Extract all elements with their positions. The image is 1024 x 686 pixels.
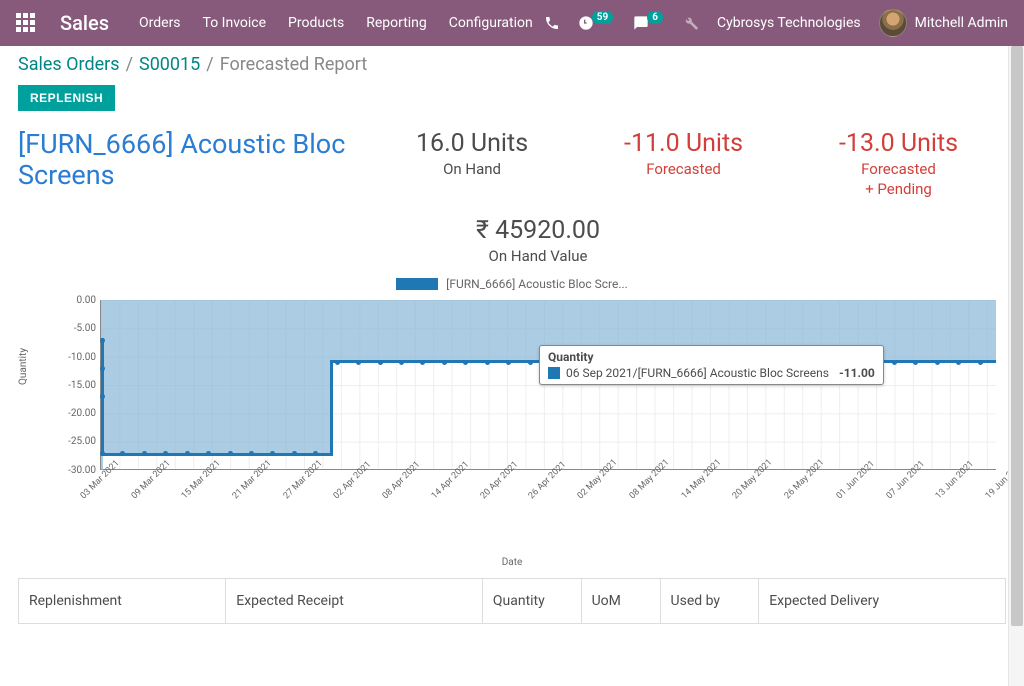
pending-label2: + Pending — [839, 180, 958, 198]
nav-orders[interactable]: Orders — [139, 15, 181, 31]
metric-pending: -13.0 Units Forecasted + Pending — [839, 129, 958, 198]
pending-value: -13.0 Units — [839, 129, 958, 158]
legend-swatch — [396, 278, 438, 290]
th-expected-delivery[interactable]: Expected Delivery — [759, 579, 1006, 624]
th-used-by[interactable]: Used by — [660, 579, 759, 624]
th-replenishment[interactable]: Replenishment — [19, 579, 226, 624]
amount: ₹ 45920.00 — [358, 216, 718, 245]
chart-legend[interactable]: [FURN_6666] Acoustic Bloc Scre... — [18, 277, 1006, 291]
onhand-label: On Hand — [416, 160, 528, 178]
top-navbar: Sales Orders To Invoice Products Reporti… — [0, 0, 1024, 46]
nav-products[interactable]: Products — [288, 15, 344, 31]
apps-icon[interactable] — [16, 13, 36, 33]
avatar — [879, 9, 907, 37]
messaging-badge: 6 — [647, 11, 663, 24]
forecast-table: Replenishment Expected Receipt Quantity … — [18, 578, 1006, 624]
breadcrumb-sep: / — [126, 54, 133, 75]
phone-icon[interactable] — [544, 15, 560, 31]
breadcrumb: Sales Orders / S00015 / Forecasted Repor… — [18, 54, 1006, 75]
content: Sales Orders / S00015 / Forecasted Repor… — [0, 46, 1024, 624]
breadcrumb-order[interactable]: S00015 — [139, 54, 200, 75]
table-header-row: Replenishment Expected Receipt Quantity … — [19, 579, 1006, 624]
messaging-icon[interactable]: 6 — [633, 15, 665, 31]
replenish-button[interactable]: REPLENISH — [18, 85, 115, 111]
tooltip-value: -11.00 — [839, 366, 875, 380]
nav-right: 59 6 Cybrosys Technologies Mitchell Admi… — [544, 9, 1008, 37]
breadcrumb-sep: / — [206, 54, 213, 75]
app-brand[interactable]: Sales — [60, 11, 109, 35]
nav-links: Orders To Invoice Products Reporting Con… — [139, 15, 533, 31]
y-axis-label: Quantity — [18, 348, 29, 385]
breadcrumb-current: Forecasted Report — [220, 54, 368, 75]
pending-label1: Forecasted — [839, 160, 958, 178]
user-menu[interactable]: Mitchell Admin — [879, 9, 1008, 37]
metric-onhand: 16.0 Units On Hand — [416, 129, 528, 198]
metric-forecasted: -11.0 Units Forecasted — [624, 129, 743, 198]
nav-reporting[interactable]: Reporting — [366, 15, 427, 31]
th-quantity[interactable]: Quantity — [482, 579, 581, 624]
y-ticks: 0.00 -5.00 -10.00 -15.00 -20.00 -25.00 -… — [50, 295, 96, 493]
x-axis-label: Date — [18, 557, 1006, 568]
report-summary: [FURN_6666] Acoustic Bloc Screens 16.0 U… — [18, 129, 1006, 198]
scrollbar[interactable] — [1008, 46, 1024, 686]
forecasted-label: Forecasted — [624, 160, 743, 178]
activity-badge: 59 — [592, 11, 613, 24]
plot-area[interactable]: Quantity 06 Sep 2021/[FURN_6666] Acousti… — [100, 300, 996, 470]
scroll-thumb[interactable] — [1011, 46, 1023, 626]
th-uom[interactable]: UoM — [581, 579, 660, 624]
product-name-link[interactable]: [FURN_6666] Acoustic Bloc Screens — [18, 129, 358, 191]
forecast-chart: [FURN_6666] Acoustic Bloc Scre... Quanti… — [18, 277, 1006, 568]
x-ticks: 03 Mar 202109 Mar 202115 Mar 202121 Mar … — [100, 473, 996, 483]
nav-to-invoice[interactable]: To Invoice — [203, 15, 267, 31]
breadcrumb-root[interactable]: Sales Orders — [18, 54, 120, 75]
company-name[interactable]: Cybrosys Technologies — [717, 15, 861, 31]
forecasted-value: -11.0 Units — [624, 129, 743, 158]
onhand-value: 16.0 Units — [416, 129, 528, 158]
user-name: Mitchell Admin — [915, 15, 1008, 31]
developer-icon[interactable] — [683, 15, 699, 31]
tooltip-swatch — [548, 367, 560, 379]
th-expected-receipt[interactable]: Expected Receipt — [226, 579, 483, 624]
tooltip-label: 06 Sep 2021/[FURN_6666] Acoustic Bloc Sc… — [566, 366, 829, 380]
onhand-value-row: ₹ 45920.00 On Hand Value — [358, 216, 718, 265]
activity-icon[interactable]: 59 — [578, 15, 615, 31]
legend-label: [FURN_6666] Acoustic Bloc Scre... — [446, 277, 628, 291]
nav-configuration[interactable]: Configuration — [449, 15, 533, 31]
amount-label: On Hand Value — [358, 247, 718, 265]
